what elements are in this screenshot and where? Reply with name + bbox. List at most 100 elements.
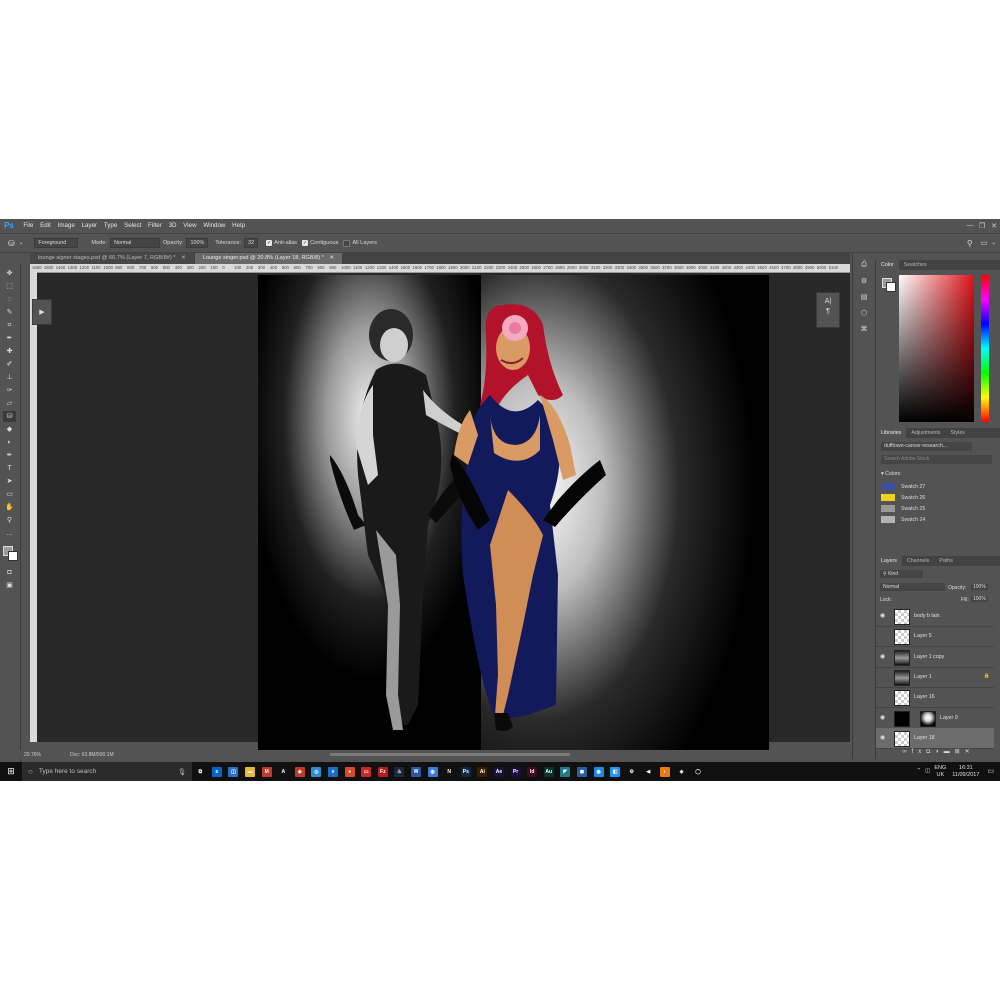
group-icon[interactable]: ▬ — [944, 749, 955, 755]
chrome-blue-icon[interactable]: ◎ — [311, 766, 322, 777]
close-icon[interactable]: ✕ — [329, 255, 334, 261]
chrome-icon[interactable]: ● — [344, 766, 355, 777]
type-tool-icon[interactable]: T — [3, 463, 16, 474]
app-5-icon[interactable]: ◀ — [643, 766, 654, 777]
marquee-tool-icon[interactable]: ⬚ — [3, 281, 16, 292]
fill-source-select[interactable]: Foreground — [34, 238, 79, 248]
tab-styles[interactable]: Styles — [945, 428, 969, 438]
language-indicator[interactable]: ENG UK — [934, 765, 946, 779]
layer-row[interactable]: ◉ Layer 1 🔒 — [876, 667, 994, 688]
history-icon[interactable]: ⎙ — [853, 261, 875, 269]
visibility-eye-icon[interactable]: ◉ — [880, 693, 888, 701]
blender-icon[interactable]: ◐ — [659, 766, 670, 777]
color-field[interactable] — [899, 275, 974, 422]
tab-lounge-singer[interactable]: Lounge singer.psd @ 20.8% (Layer 18, RGB… — [194, 253, 343, 264]
tool-preset-chevron-icon[interactable]: ⌄ — [19, 240, 24, 246]
properties-icon[interactable]: ⚙ — [853, 277, 875, 285]
tab-lounge-signer-stages[interactable]: lounge signer stages.psd @ 66.7% (Layer … — [30, 253, 194, 264]
photoshop-icon[interactable]: Ps — [460, 766, 471, 777]
ie-icon[interactable]: e — [328, 766, 339, 777]
visibility-eye-icon[interactable]: ◉ — [880, 632, 888, 640]
close-icon[interactable]: ✕ — [181, 255, 186, 261]
lasso-tool-icon[interactable]: ◌ — [3, 294, 16, 305]
add-mask-icon[interactable]: ◘ — [926, 749, 935, 755]
swatch-item[interactable]: Swatch 24 — [876, 514, 994, 525]
network-icon[interactable]: ◫ — [925, 768, 930, 775]
brush-presets-icon[interactable]: ⌘ — [853, 325, 875, 333]
crop-tool-icon[interactable]: ⌗ — [3, 320, 16, 331]
quick-mask-icon[interactable]: ◘ — [3, 567, 16, 578]
pen-tool-icon[interactable]: ✒ — [3, 450, 16, 461]
healing-brush-tool-icon[interactable]: ✚ — [3, 346, 16, 357]
visibility-eye-icon[interactable]: ◉ — [880, 673, 888, 681]
layer-row[interactable]: ◉ Layer 18 — [876, 727, 994, 749]
screen-mode-icon[interactable]: ▣ — [3, 580, 16, 591]
clock[interactable]: 16:31 11/09/2017 — [952, 765, 979, 779]
brush-tool-icon[interactable]: ✐ — [3, 359, 16, 370]
tab-paths[interactable]: Paths — [934, 556, 958, 566]
menu-layer[interactable]: Layer — [78, 222, 100, 229]
store-icon[interactable]: ◫ — [228, 766, 239, 777]
browser-icon[interactable]: ◍ — [427, 766, 438, 777]
tolerance-input[interactable]: 32 — [244, 238, 259, 248]
app-red-icon[interactable]: ◆ — [294, 766, 305, 777]
document-canvas[interactable] — [258, 275, 769, 750]
layer-row[interactable]: ◉ Layer 0 — [876, 708, 994, 729]
visibility-eye-icon[interactable]: ◉ — [880, 612, 888, 620]
path-selection-tool-icon[interactable]: ➤ — [3, 476, 16, 487]
eyedropper-tool-icon[interactable]: ✒ — [3, 333, 16, 344]
tab-color[interactable]: Color — [876, 260, 899, 270]
indesign-icon[interactable]: Id — [527, 766, 538, 777]
layer-row[interactable]: ◉ Layer 16 — [876, 687, 994, 709]
clone-stamp-tool-icon[interactable]: ⊥ — [3, 372, 16, 383]
app-1-icon[interactable]: ◤ — [560, 766, 571, 777]
visibility-eye-icon[interactable]: ◉ — [880, 653, 888, 661]
contiguous-checkbox[interactable]: ✓ — [302, 240, 309, 246]
app-2-icon[interactable]: ◼ — [576, 766, 587, 777]
3d-icon[interactable]: ⬡ — [853, 309, 875, 317]
swatch-item[interactable]: Swatch 27 — [876, 481, 994, 492]
menu-type[interactable]: Type — [100, 222, 120, 229]
menu-select[interactable]: Select — [121, 222, 145, 229]
eraser-tool-icon[interactable]: ▱ — [3, 398, 16, 409]
menu-edit[interactable]: Edit — [37, 222, 54, 229]
windows-start-icon[interactable]: ⊞ — [0, 766, 22, 777]
screen-icon[interactable]: ▭ — [361, 766, 372, 777]
menu-file[interactable]: File — [20, 222, 37, 229]
search-input[interactable]: Type here to search — [39, 768, 96, 775]
search-icon[interactable]: ⚲ — [967, 239, 973, 248]
visibility-eye-icon[interactable]: ◉ — [880, 714, 888, 722]
mode-select[interactable]: Normal — [109, 238, 160, 248]
layer-mask-thumbnail[interactable] — [920, 710, 936, 727]
actions-icon[interactable]: ▤ — [853, 293, 875, 301]
menu-help[interactable]: Help — [229, 222, 249, 229]
zoom-tool-icon[interactable]: ⚲ — [3, 515, 16, 526]
rectangle-tool-icon[interactable]: ▭ — [3, 489, 16, 500]
swatch-item[interactable]: Swatch 26 — [876, 492, 994, 503]
paragraph-icon[interactable]: ¶ — [817, 308, 839, 315]
hue-slider[interactable] — [981, 275, 989, 422]
blend-mode-select[interactable]: Normal — [880, 583, 945, 591]
tray-expand-icon[interactable]: ⌃ — [917, 768, 922, 775]
explorer-icon[interactable]: ▬ — [245, 766, 256, 777]
acrobat-icon[interactable]: A — [278, 766, 289, 777]
mail-icon[interactable]: M — [261, 766, 272, 777]
workspace-chevron-icon[interactable]: ⌄ — [991, 240, 996, 246]
link-layers-icon[interactable]: ∞ — [902, 749, 911, 755]
opacity-input[interactable]: 100% — [186, 238, 209, 248]
menu-image[interactable]: Image — [54, 222, 78, 229]
more-tools-icon[interactable]: … — [3, 528, 16, 539]
menu-filter[interactable]: Filter — [145, 222, 166, 229]
audition-icon[interactable]: Au — [543, 766, 554, 777]
workspace-icon[interactable]: ▭ — [981, 239, 988, 247]
zoom-level[interactable]: 20.76% — [24, 752, 41, 758]
word-icon[interactable]: W — [411, 766, 422, 777]
blur-tool-icon[interactable]: ◆ — [3, 424, 16, 435]
library-select[interactable]: dufftown-cancer-research... — [881, 442, 972, 451]
layer-kind-filter[interactable]: ⚲ Kind — [880, 570, 923, 578]
taskbar-search[interactable]: ○ Type here to search 🎙 — [22, 762, 192, 781]
background-color-chip[interactable] — [886, 282, 896, 292]
horizontal-scrollbar[interactable] — [330, 753, 570, 756]
adjustment-layer-icon[interactable]: ◑ — [935, 749, 944, 755]
hand-tool-icon[interactable]: ✋ — [3, 502, 16, 513]
